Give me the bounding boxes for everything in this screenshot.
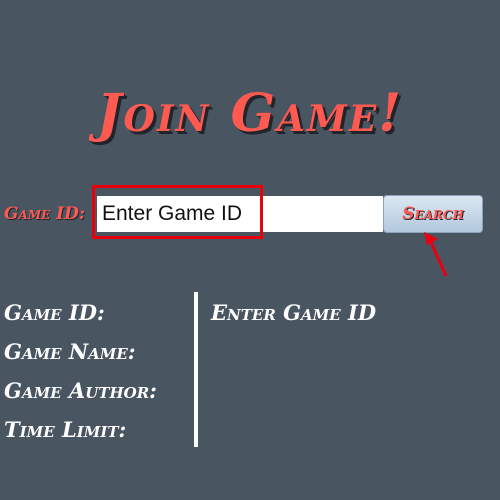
- divider: [194, 292, 198, 447]
- annotation-arrow-icon: [424, 232, 448, 277]
- game-author-info-label: Game Author:: [4, 378, 157, 403]
- game-id-label: Game ID:: [4, 204, 86, 224]
- game-info-value: Enter Game ID: [211, 300, 377, 325]
- game-info-labels: Game ID: Game Name: Game Author: Time Li…: [4, 298, 157, 454]
- game-id-input[interactable]: [97, 196, 383, 232]
- game-name-info-label: Game Name:: [4, 339, 136, 364]
- search-button[interactable]: Search: [383, 195, 483, 233]
- time-limit-info-label: Time Limit:: [4, 417, 127, 442]
- game-id-info-label: Game ID:: [4, 300, 105, 325]
- page-title: Join Game!: [96, 82, 404, 144]
